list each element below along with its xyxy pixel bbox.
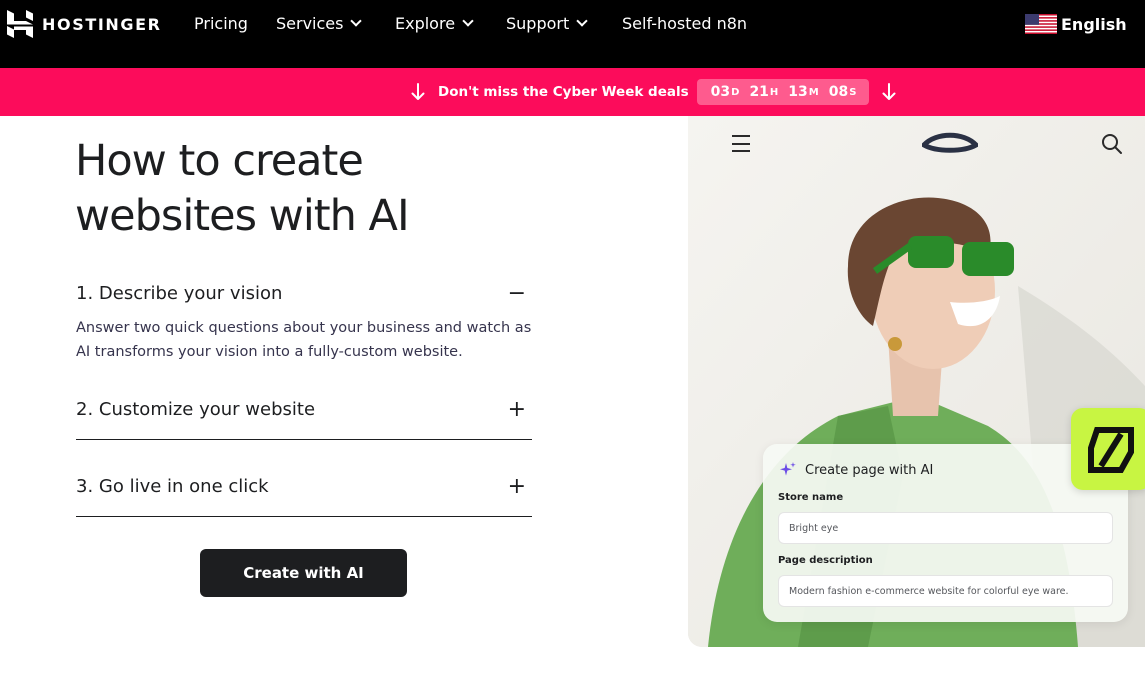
nav-services[interactable]: Services [276, 14, 363, 33]
hostinger-logo-icon [7, 10, 33, 38]
nav-support-label: Support [506, 14, 570, 33]
card-title: Create page with AI [779, 461, 933, 479]
promo-banner[interactable]: Don't miss the Cyber Week deals 03 D 21 H … [0, 68, 1145, 116]
timer-hours: 21 [749, 84, 769, 100]
plus-icon[interactable]: + [508, 399, 526, 421]
brand-logo-icon [922, 132, 978, 153]
brand-name: HOSTINGER [42, 14, 162, 34]
timer-days: 03 [710, 84, 731, 100]
us-flag-icon [1025, 14, 1057, 34]
nav-support[interactable]: Support [506, 14, 588, 33]
top-navigation: HOSTINGER Pricing Services Explore Suppo… [0, 0, 1145, 68]
timer-hours-unit: H [769, 86, 779, 98]
plus-icon[interactable]: + [508, 476, 526, 498]
minus-icon[interactable]: − [508, 283, 526, 305]
step-1-title: 1. Describe your vision [76, 283, 283, 304]
card-title-text: Create page with AI [805, 462, 934, 478]
timer-seconds-unit: S [849, 86, 857, 98]
divider [76, 516, 532, 517]
chevron-down-icon [576, 15, 588, 27]
timer-minutes: 13 [788, 84, 808, 100]
countdown-timer: 03 D 21 H 13 M 08 S [696, 79, 870, 105]
step-3-accordion[interactable]: 3. Go live in one click + [76, 476, 532, 498]
language-label: English [1061, 14, 1127, 34]
chevron-down-icon [350, 15, 363, 27]
nav-explore[interactable]: Explore [395, 14, 474, 33]
arrow-down-icon [882, 83, 896, 100]
create-with-ai-button[interactable]: Create with AI [200, 549, 407, 597]
ai-builder-badge [1071, 408, 1145, 490]
nav-pricing-label: Pricing [194, 14, 248, 33]
page-description-label: Page description [778, 555, 873, 566]
store-name-label: Store name [778, 492, 844, 503]
nav-services-label: Services [276, 14, 344, 33]
nav-self-hosted-n8n-label: Self-hosted n8n [622, 14, 748, 33]
hostinger-logo[interactable]: HOSTINGER [7, 10, 162, 38]
language-selector[interactable]: English [1025, 14, 1127, 34]
timer-days-unit: D [731, 86, 740, 98]
step-1-description: Answer two quick questions about your bu… [76, 320, 532, 360]
step-2-title: 2. Customize your website [76, 399, 316, 420]
promo-text: Don't miss the Cyber Week deals [438, 84, 689, 100]
page-description-input[interactable]: Modern fashion e-commerce website for co… [778, 575, 1113, 607]
builder-logo-icon [1088, 427, 1134, 473]
website-preview: Create page with AI Store name Bright ey… [688, 116, 1145, 647]
divider [76, 439, 532, 440]
nav-explore-label: Explore [395, 14, 456, 33]
timer-seconds: 08 [828, 84, 849, 100]
sparkle-icon [780, 462, 796, 476]
nav-pricing[interactable]: Pricing [194, 14, 248, 33]
step-3-title: 3. Go live in one click [76, 476, 269, 497]
step-1-accordion[interactable]: 1. Describe your vision − Answer two qui… [76, 283, 532, 364]
page-title: How to create websites with AI [75, 136, 410, 241]
hamburger-menu-icon[interactable] [732, 135, 750, 152]
store-name-input[interactable]: Bright eye [778, 512, 1113, 544]
search-icon[interactable] [1101, 133, 1123, 155]
chevron-down-icon [462, 15, 474, 27]
arrow-down-icon [411, 83, 425, 100]
step-2-accordion[interactable]: 2. Customize your website + [76, 399, 532, 421]
nav-self-hosted-n8n[interactable]: Self-hosted n8n [622, 14, 747, 33]
timer-minutes-unit: M [808, 86, 819, 98]
